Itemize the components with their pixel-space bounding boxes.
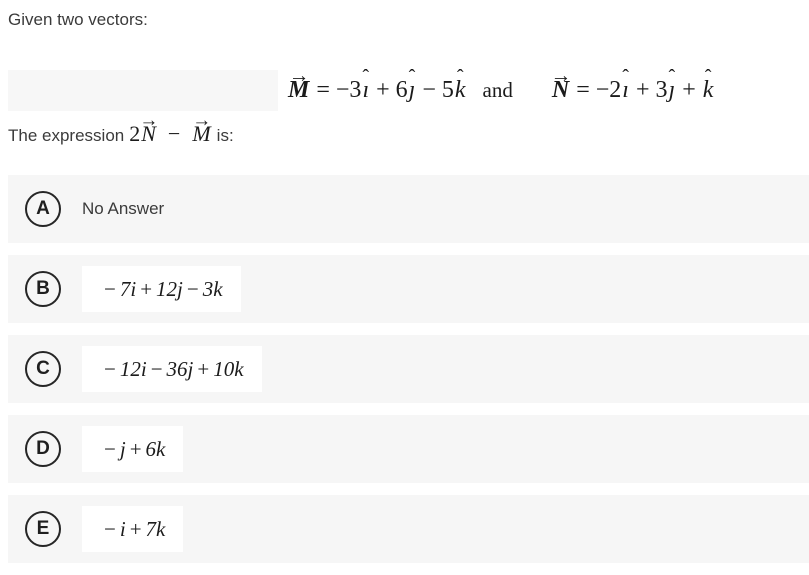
vector-n-symbol: → N [551, 66, 572, 104]
i-hat-icon: ̂ı [622, 77, 629, 103]
vector-m-symbol: → M [287, 66, 310, 104]
option-body-c: −12i −36j +10k [82, 335, 809, 403]
vector-m-expression: −3̂ı + 6̂ȷ − 5̂k [335, 77, 466, 103]
vector-m-symbol: → M [192, 110, 212, 146]
vector-n-name: N [551, 77, 570, 103]
question-intro-text: Given two vectors: [8, 10, 148, 29]
option-row-a[interactable]: A No Answer [8, 175, 809, 243]
option-letter-badge-e: E [25, 511, 61, 547]
j-hat-icon: ̂ȷ [408, 77, 416, 103]
option-row-b[interactable]: B −7i +12j −3k [8, 255, 809, 323]
vector-definitions: →M = −3̂ı + 6̂ȷ − 5̂k and →N = −2̂ı + 3̂… [287, 66, 715, 111]
option-body-b: −7i +12j −3k [82, 255, 809, 323]
vector-m-definition: →M = −3̂ı + 6̂ȷ − 5̂k [287, 66, 467, 104]
answer-options-list: A No Answer B −7i +12j −3k C −12i −36j +10k … [0, 175, 809, 575]
option-body-a: No Answer [82, 175, 809, 243]
vector-m-equals: = [316, 77, 330, 103]
vector-n-definition: →N = −2̂ı + 3̂ȷ + ̂k [551, 66, 715, 104]
prompt-expression: 2 → N − → M [129, 110, 212, 146]
question-prompt: The expression 2 → N − → M is: [8, 110, 234, 148]
option-row-d[interactable]: D − j +6k [8, 415, 809, 483]
prompt-prefix: The expression [8, 126, 125, 145]
prompt-suffix: is: [216, 126, 234, 145]
question-page: Given two vectors: →M = −3̂ı + 6̂ȷ − 5̂k… [0, 0, 809, 563]
option-row-e[interactable]: E − i +7k [8, 495, 809, 563]
option-math-d: − j +6k [82, 426, 184, 472]
vector-m-name: M [288, 77, 310, 103]
k-hat-icon: ̂k [454, 77, 466, 103]
option-math-c: −12i −36j +10k [82, 346, 262, 392]
equation-placeholder-block [8, 70, 278, 111]
option-row-c[interactable]: C −12i −36j +10k [8, 335, 809, 403]
option-letter-badge-d: D [25, 431, 61, 467]
i-hat-icon: ̂ı [362, 77, 370, 103]
vector-n-equals: = [576, 77, 590, 103]
option-letter-badge-a: A [25, 191, 61, 227]
option-body-d: − j +6k [82, 415, 809, 483]
option-letter-badge-b: B [25, 271, 61, 307]
j-hat-icon: ̂ȷ [668, 77, 676, 103]
vector-n-symbol: → N [139, 110, 159, 146]
k-hat-icon: ̂k [702, 77, 714, 103]
conjunction-and: and [482, 78, 513, 102]
option-math-e: − i +7k [82, 506, 184, 552]
option-label-a: No Answer [82, 199, 165, 218]
option-body-e: − i +7k [82, 495, 809, 563]
option-math-b: −7i +12j −3k [82, 266, 241, 312]
option-letter-badge-c: C [25, 351, 61, 387]
vector-n-expression: −2̂ı + 3̂ȷ + ̂k [595, 77, 714, 103]
